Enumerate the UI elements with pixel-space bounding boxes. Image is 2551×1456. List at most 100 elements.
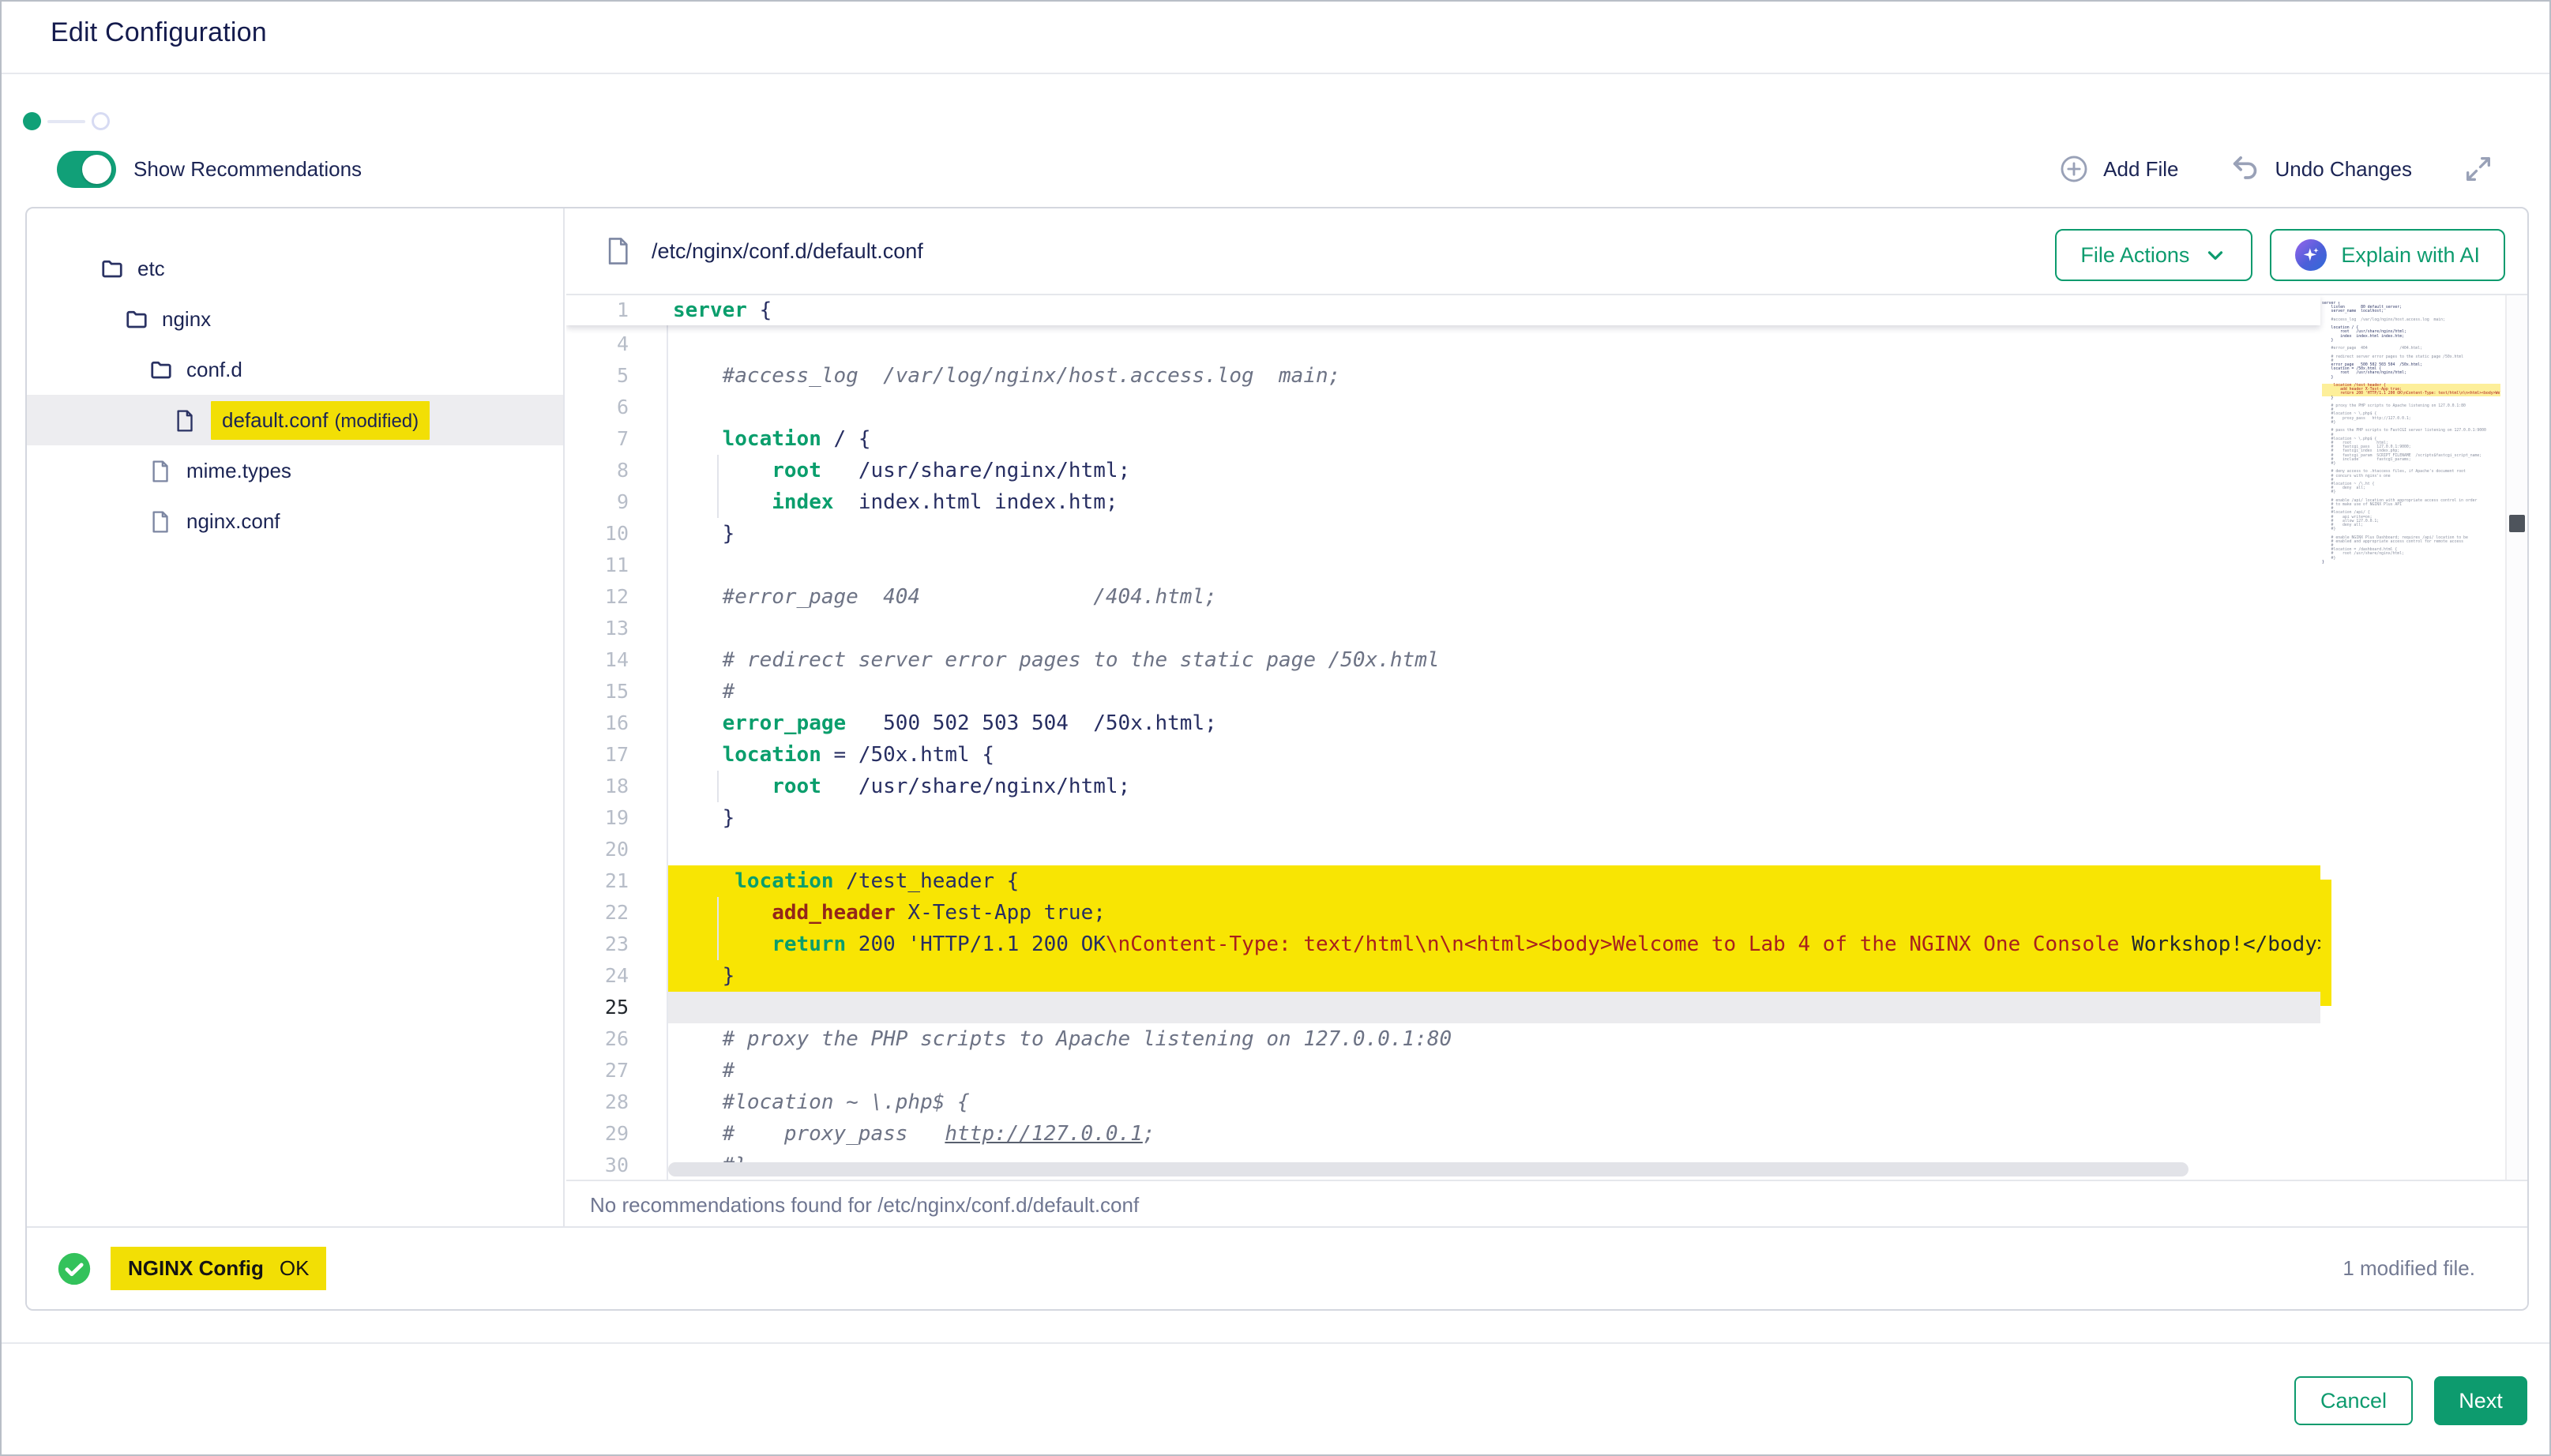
step-dot-2[interactable] (92, 112, 110, 130)
code-line-15[interactable]: 15 # (566, 676, 2320, 707)
line-number: 14 (566, 644, 667, 676)
line-number: 25 (566, 992, 667, 1023)
line-number: 28 (566, 1086, 667, 1118)
code-line-19[interactable]: 19 } (566, 802, 2320, 834)
config-label: NGINX Config (128, 1256, 264, 1281)
explain-ai-button[interactable]: Explain with AI (2270, 229, 2505, 281)
code-line-5[interactable]: 5 #access_log /var/log/nginx/host.access… (566, 360, 2320, 392)
line-number: 24 (566, 960, 667, 992)
show-recommendations-toggle[interactable] (57, 151, 116, 188)
sticky-code-line[interactable]: 1server { (566, 295, 2320, 325)
step-dot-1[interactable] (23, 112, 41, 130)
tree-row-nginx[interactable]: nginx (27, 294, 563, 344)
code-line-14[interactable]: 14 # redirect server error pages to the … (566, 644, 2320, 676)
code-line-24[interactable]: 24 } (566, 960, 2320, 992)
code-line-9[interactable]: 9 index index.html index.htm; (566, 486, 2320, 518)
ai-sparkle-icon (2295, 239, 2327, 271)
code-text: root /usr/share/nginx/html; (667, 771, 2320, 802)
expand-icon (2463, 153, 2494, 185)
code-text: #access_log /var/log/nginx/host.access.l… (667, 360, 2320, 392)
code-line-4[interactable]: 4 (566, 328, 2320, 360)
vertical-scrollbar[interactable] (2505, 295, 2527, 1180)
line-number: 30 (566, 1150, 667, 1180)
code-line-10[interactable]: 10 } (566, 518, 2320, 550)
line-number: 29 (566, 1118, 667, 1150)
tree-row-conf-d[interactable]: conf.d (27, 344, 563, 395)
code-line-18[interactable]: 18 root /usr/share/nginx/html; (566, 771, 2320, 802)
file-tree: etc nginx conf.ddefault.conf(modified)mime… (27, 208, 565, 1229)
line-number: 1 (566, 295, 667, 325)
scrollbar-thumb[interactable] (2509, 515, 2525, 532)
code-line-11[interactable]: 11 (566, 550, 2320, 581)
line-number: 22 (566, 897, 667, 929)
code-editor[interactable]: 3 server_name localhost;45 #access_log /… (566, 295, 2527, 1180)
code-line-27[interactable]: 27 # (566, 1055, 2320, 1086)
file-icon (149, 459, 173, 482)
add-file-button[interactable]: Add File (2059, 154, 2178, 184)
recommendations-bar: No recommendations found for /etc/nginx/… (566, 1180, 2527, 1229)
code-line-17[interactable]: 17 location = /50x.html { (566, 739, 2320, 771)
file-actions-button[interactable]: File Actions (2055, 229, 2252, 281)
line-number: 18 (566, 771, 667, 802)
code-text: # (667, 676, 2320, 707)
line-number: 9 (566, 486, 667, 518)
code-text: } (667, 518, 2320, 550)
code-line-20[interactable]: 20 (566, 834, 2320, 865)
line-number: 11 (566, 550, 667, 581)
editor-buttons: File Actions Explain with AI (2055, 229, 2505, 281)
line-number: 17 (566, 739, 667, 771)
cancel-button[interactable]: Cancel (2294, 1376, 2413, 1425)
tree-row-default-conf[interactable]: default.conf(modified) (27, 395, 563, 445)
file-icon (174, 408, 197, 432)
line-number: 23 (566, 929, 667, 960)
code-text: #location ~ \.php$ { (667, 1086, 2320, 1118)
tree-row-mime-types[interactable]: mime.types (27, 445, 563, 496)
code-line-26[interactable]: 26 # proxy the PHP scripts to Apache lis… (566, 1023, 2320, 1055)
page-title: Edit Configuration (51, 17, 267, 48)
undo-changes-button[interactable]: Undo Changes (2230, 153, 2412, 185)
next-button[interactable]: Next (2434, 1376, 2527, 1425)
tree-label: nginx.conf (186, 509, 280, 534)
code-line-8[interactable]: 8 root /usr/share/nginx/html; (566, 455, 2320, 486)
tree-row-etc[interactable]: etc (27, 243, 563, 294)
code-line-25[interactable]: 25 (566, 992, 2320, 1023)
line-number: 15 (566, 676, 667, 707)
code-text: error_page 500 502 503 504 /50x.html; (667, 707, 2320, 739)
content-container: etc nginx conf.ddefault.conf(modified)mime… (25, 207, 2529, 1311)
footer-divider (2, 1342, 2549, 1344)
line-number: 10 (566, 518, 667, 550)
edit-configuration-modal: Edit Configuration Show Recommendations … (0, 0, 2551, 1456)
line-number: 13 (566, 613, 667, 644)
expand-button[interactable] (2463, 153, 2494, 185)
recommendations-message: No recommendations found for /etc/nginx/… (590, 1193, 1139, 1218)
code-text (667, 613, 2320, 644)
code-line-6[interactable]: 6 (566, 392, 2320, 423)
file-icon (604, 236, 631, 266)
undo-icon (2230, 153, 2261, 185)
horizontal-scrollbar[interactable] (668, 1162, 2188, 1176)
code-line-13[interactable]: 13 (566, 613, 2320, 644)
folder-icon (125, 307, 148, 331)
config-status-highlight: NGINX Config OK (111, 1247, 326, 1290)
code-line-12[interactable]: 12 #error_page 404 /404.html; (566, 581, 2320, 613)
code-line-21[interactable]: 21 location /test_header { (566, 865, 2320, 897)
minimap[interactable]: server { listen 80 default_server; serve… (2322, 302, 2500, 565)
tree-label: nginx (162, 307, 211, 332)
status-bar: NGINX Config OK 1 modified file. (27, 1226, 2527, 1309)
code-line-28[interactable]: 28 #location ~ \.php$ { (566, 1086, 2320, 1118)
code-text: add_header X-Test-App true; (667, 897, 2320, 929)
overview-highlight (2320, 880, 2331, 1006)
editor-panel: /etc/nginx/conf.d/default.conf File Acti… (566, 208, 2527, 1229)
modified-note: 1 modified file. (2342, 1228, 2475, 1309)
line-number: 8 (566, 455, 667, 486)
code-line-7[interactable]: 7 location / { (566, 423, 2320, 455)
tree-row-nginx-conf[interactable]: nginx.conf (27, 496, 563, 546)
code-line-22[interactable]: 22 add_header X-Test-App true; (566, 897, 2320, 929)
undo-changes-label: Undo Changes (2275, 157, 2412, 182)
code-text: # proxy_pass http://127.0.0.1; (667, 1118, 2320, 1150)
code-line-16[interactable]: 16 error_page 500 502 503 504 /50x.html; (566, 707, 2320, 739)
folder-icon (100, 257, 124, 280)
code-line-23[interactable]: 23 return 200 'HTTP/1.1 200 OK\nContent-… (566, 929, 2320, 960)
add-file-label: Add File (2103, 157, 2178, 182)
code-line-29[interactable]: 29 # proxy_pass http://127.0.0.1; (566, 1118, 2320, 1150)
